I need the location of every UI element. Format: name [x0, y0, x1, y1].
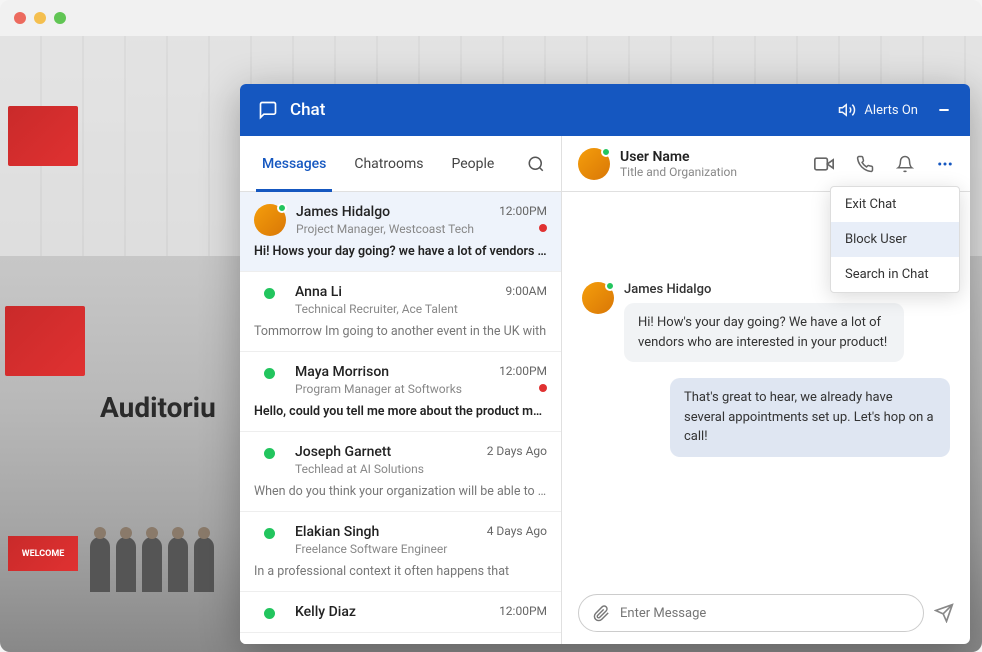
- active-user-subtitle: Title and Organization: [620, 165, 737, 179]
- video-icon: [814, 154, 834, 174]
- composer-input-wrapper[interactable]: [578, 594, 924, 632]
- search-button[interactable]: [519, 147, 553, 181]
- background-people: [90, 522, 230, 592]
- dropdown-search-in-chat[interactable]: Search in Chat: [831, 257, 959, 292]
- tab-people[interactable]: People: [437, 136, 508, 191]
- conversation-item[interactable]: James Hidalgo Project Manager, Westcoast …: [240, 192, 561, 272]
- conversation-preview: In a professional context it often happe…: [254, 564, 547, 579]
- video-call-button[interactable]: [814, 154, 834, 174]
- status-online-icon: [264, 608, 275, 619]
- status-online-icon: [264, 288, 275, 299]
- composer: [562, 582, 970, 644]
- minimize-window-button[interactable]: [34, 12, 46, 24]
- message-input[interactable]: [620, 606, 909, 621]
- tab-chatrooms[interactable]: Chatrooms: [340, 136, 437, 191]
- conversation-name: Kelly Diaz: [295, 604, 489, 620]
- bell-icon: [896, 155, 914, 173]
- conversation-item[interactable]: Joseph Garnett Techlead at AI Solutions 2 …: [240, 432, 561, 512]
- dropdown-exit-chat[interactable]: Exit Chat: [831, 187, 959, 222]
- send-button[interactable]: [934, 603, 954, 623]
- conversation-preview: When do you think your organization will…: [254, 484, 547, 499]
- conversation-time: 12:00PM: [499, 204, 547, 218]
- conversation-item[interactable]: Maya Morrison Program Manager at Softwork…: [240, 352, 561, 432]
- chat-icon: [258, 100, 278, 120]
- conversation-preview: Tommorrow Im going to another event in t…: [254, 324, 547, 339]
- app-viewport: Auditoriu WELCOME Chat Alerts On: [0, 36, 982, 652]
- background-text-auditorium: Auditoriu: [100, 391, 216, 424]
- message-bubble: Hi! How's your day going? We have a lot …: [624, 303, 904, 362]
- unread-indicator: [539, 224, 547, 232]
- conversation-name: Elakian Singh: [295, 524, 477, 540]
- status-online-icon: [264, 448, 275, 459]
- message-incoming: James Hidalgo Hi! How's your day going? …: [582, 282, 950, 362]
- status-online-icon: [277, 203, 287, 213]
- background-welcome-sign: WELCOME: [8, 536, 78, 571]
- conversation-item[interactable]: Anna Li Technical Recruiter, Ace Talent 9:…: [240, 272, 561, 352]
- maximize-window-button[interactable]: [54, 12, 66, 24]
- conversation-name: Anna Li: [295, 284, 496, 300]
- speaker-icon: [838, 101, 856, 119]
- chat-title: Chat: [290, 100, 325, 120]
- active-user-name: User Name: [620, 149, 737, 165]
- background-banner: [5, 306, 85, 376]
- conversation-time: 12:00PM: [499, 604, 547, 618]
- notifications-button[interactable]: [896, 155, 914, 173]
- status-online-icon: [601, 147, 611, 157]
- message-bubble: That's great to hear, we already have se…: [670, 378, 950, 457]
- minimize-panel-button[interactable]: [936, 102, 952, 118]
- avatar: [582, 282, 614, 314]
- conversation-time: 4 Days Ago: [487, 524, 547, 538]
- more-horizontal-icon: [936, 155, 954, 173]
- conversation-preview: Hello, could you tell me more about the …: [254, 404, 547, 419]
- background-banner: [8, 106, 78, 166]
- message-outgoing: That's great to hear, we already have se…: [582, 378, 950, 457]
- alerts-toggle[interactable]: Alerts On: [838, 101, 918, 119]
- conversation-name: James Hidalgo: [296, 204, 489, 220]
- avatar: [578, 148, 610, 180]
- unread-indicator: [539, 384, 547, 392]
- conversation-time: 9:00AM: [506, 284, 547, 298]
- conversation-preview: Hi! Hows your day going? we have a lot o…: [254, 244, 547, 259]
- status-online-icon: [264, 528, 275, 539]
- window-titlebar: [0, 0, 982, 36]
- alerts-label: Alerts On: [864, 103, 918, 118]
- attach-button[interactable]: [593, 605, 610, 622]
- conversations-column: Messages Chatrooms People James Hidalgo P…: [240, 136, 562, 644]
- tabs: Messages Chatrooms People: [240, 136, 561, 192]
- chat-header: Chat Alerts On: [240, 84, 970, 136]
- dropdown-block-user[interactable]: Block User: [831, 222, 959, 257]
- search-icon: [527, 155, 545, 173]
- close-window-button[interactable]: [14, 12, 26, 24]
- conversation-list[interactable]: James Hidalgo Project Manager, Westcoast …: [240, 192, 561, 644]
- avatar: [254, 204, 286, 236]
- status-online-icon: [264, 368, 275, 379]
- conversation-name: Maya Morrison: [295, 364, 489, 380]
- conversation-subtitle: Program Manager at Softworks: [295, 382, 489, 396]
- status-online-icon: [605, 281, 615, 291]
- chat-panel: Chat Alerts On Messages Chatroom: [240, 84, 970, 644]
- conversation-time: 2 Days Ago: [487, 444, 547, 458]
- phone-icon: [856, 155, 874, 173]
- conversation-view: User Name Title and Organization: [562, 136, 970, 644]
- tab-messages[interactable]: Messages: [248, 136, 340, 191]
- conversation-name: Joseph Garnett: [295, 444, 477, 460]
- conversation-time: 12:00PM: [499, 364, 547, 378]
- voice-call-button[interactable]: [856, 155, 874, 173]
- more-options-dropdown: Exit Chat Block User Search in Chat: [830, 186, 960, 293]
- conversation-item[interactable]: Kelly Diaz 12:00PM: [240, 592, 561, 633]
- conversation-subtitle: Technical Recruiter, Ace Talent: [295, 302, 496, 316]
- conversation-subtitle: Freelance Software Engineer: [295, 542, 477, 556]
- browser-window: Auditoriu WELCOME Chat Alerts On: [0, 0, 982, 652]
- more-options-button[interactable]: [936, 155, 954, 173]
- paperclip-icon: [593, 605, 610, 622]
- conversation-header: User Name Title and Organization: [562, 136, 970, 192]
- conversation-subtitle: Techlead at AI Solutions: [295, 462, 477, 476]
- conversation-subtitle: Project Manager, Westcoast Tech: [296, 222, 489, 236]
- send-icon: [934, 603, 954, 623]
- conversation-item[interactable]: Elakian Singh Freelance Software Engineer…: [240, 512, 561, 592]
